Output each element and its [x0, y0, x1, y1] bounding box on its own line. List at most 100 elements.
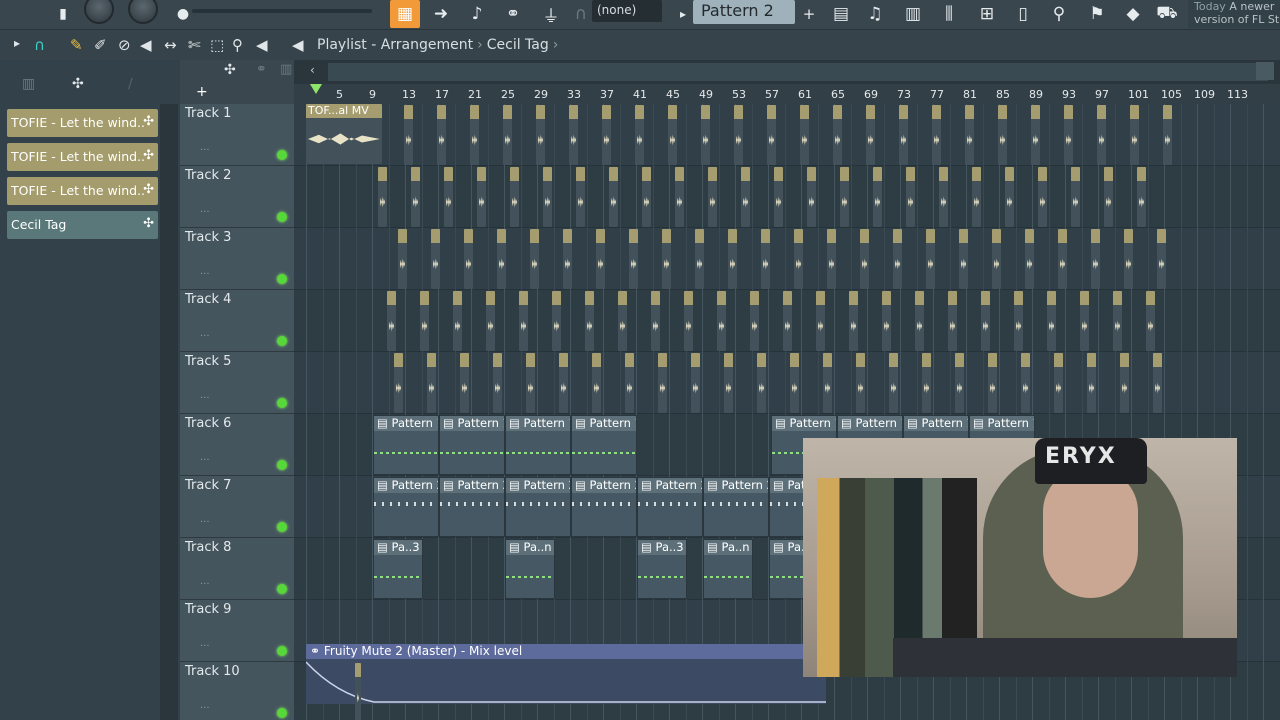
picker-audio-icon[interactable]: ✣: [72, 76, 84, 92]
audio-slice[interactable]: [860, 229, 869, 289]
audio-slice[interactable]: [939, 167, 948, 227]
audio-slice[interactable]: [790, 353, 799, 413]
audio-slice[interactable]: [708, 167, 717, 227]
pattern-clip[interactable]: ▤ Pattern 1: [571, 415, 637, 475]
pattern-clip[interactable]: ▤ Pattern 1: [373, 415, 439, 475]
audio-slice[interactable]: [915, 291, 924, 351]
overview-scrollbar[interactable]: ‹: [294, 60, 1280, 84]
track-options-icon[interactable]: ...: [200, 514, 210, 525]
audio-slice[interactable]: [585, 291, 594, 351]
audio-slice[interactable]: [992, 229, 1001, 289]
view-audio-icon[interactable]: ✣: [224, 62, 236, 78]
pattern-clip[interactable]: ▤ Pa..n 3: [505, 539, 555, 599]
audio-slice[interactable]: [1153, 353, 1162, 413]
track-enable-led[interactable]: [277, 708, 287, 718]
view-automation-icon[interactable]: ⚭: [256, 62, 267, 77]
audio-slice[interactable]: [576, 167, 585, 227]
audio-slice[interactable]: [1120, 353, 1129, 413]
audio-slice[interactable]: [1038, 167, 1047, 227]
audio-slice[interactable]: [662, 229, 671, 289]
audio-slice[interactable]: [761, 229, 770, 289]
audio-slice[interactable]: [981, 291, 990, 351]
audio-slice[interactable]: [717, 291, 726, 351]
audio-slice[interactable]: [955, 353, 964, 413]
audio-slice[interactable]: [526, 353, 535, 413]
audio-clip-first[interactable]: TOF...al MV: [306, 104, 382, 164]
pattern-clip[interactable]: ▤ Pattern 2: [703, 477, 769, 537]
audio-slice[interactable]: [543, 167, 552, 227]
audio-slice[interactable]: [1064, 105, 1073, 165]
audio-slice[interactable]: [906, 167, 915, 227]
audio-slice[interactable]: [959, 229, 968, 289]
track-name[interactable]: Track 10: [185, 664, 240, 679]
slide-icon[interactable]: ♪: [462, 0, 492, 28]
audio-slice[interactable]: [453, 291, 462, 351]
audio-slice[interactable]: [893, 229, 902, 289]
audio-slice[interactable]: [873, 167, 882, 227]
pattern-clip[interactable]: ▤ Pattern 2: [439, 477, 505, 537]
overview-zoom-handle[interactable]: [1256, 62, 1274, 80]
typing-keyboard-icon[interactable]: ▦: [390, 0, 420, 28]
audio-slice[interactable]: [691, 353, 700, 413]
audio-slice[interactable]: [1021, 353, 1030, 413]
audio-slice[interactable]: [552, 291, 561, 351]
track-name[interactable]: Track 3: [185, 230, 231, 245]
track-options-icon[interactable]: ...: [200, 390, 210, 401]
audio-slice[interactable]: [651, 291, 660, 351]
playlist-icon[interactable]: ▤: [826, 0, 856, 28]
track-enable-led[interactable]: [277, 646, 287, 656]
piano-roll-icon[interactable]: ♫: [860, 0, 890, 28]
audio-slice[interactable]: [1014, 291, 1023, 351]
track-header[interactable]: Track 9...: [180, 600, 294, 662]
audio-slice[interactable]: [355, 663, 361, 720]
track-name[interactable]: Track 6: [185, 416, 231, 431]
audio-slice[interactable]: [1104, 167, 1113, 227]
overview-track[interactable]: [328, 63, 1268, 81]
audio-slice[interactable]: [823, 353, 832, 413]
audio-slice[interactable]: [642, 167, 651, 227]
pattern-clip[interactable]: ▤ Pa..3: [373, 539, 423, 599]
track-enable-led[interactable]: [277, 150, 287, 160]
audio-slice[interactable]: [398, 229, 407, 289]
audio-slice[interactable]: [899, 105, 908, 165]
audio-slice[interactable]: [519, 291, 528, 351]
playback-tool-icon[interactable]: ◀: [256, 36, 268, 54]
audio-slice[interactable]: [866, 105, 875, 165]
mixer-fader-icon[interactable]: ▮: [48, 0, 78, 28]
view-patterns-icon[interactable]: ▥: [280, 62, 292, 77]
audio-slice[interactable]: [1071, 167, 1080, 227]
audio-slice[interactable]: [503, 105, 512, 165]
picker-item-audio-1[interactable]: TOFIE - Let the wind.. ✣: [7, 109, 158, 137]
add-pattern-button[interactable]: +: [794, 0, 824, 28]
scroll-left-icon[interactable]: ‹: [310, 63, 315, 77]
audio-slice[interactable]: [493, 353, 502, 413]
track-name[interactable]: Track 5: [185, 354, 231, 369]
automation-clip[interactable]: ⚭ Fruity Mute 2 (Master) - Mix level: [306, 644, 826, 704]
audio-slice[interactable]: [470, 105, 479, 165]
audio-slice[interactable]: [387, 291, 396, 351]
delete-tool-icon[interactable]: ⊘: [118, 36, 131, 54]
audio-slice[interactable]: [497, 229, 506, 289]
audio-slice[interactable]: [889, 353, 898, 413]
audio-slice[interactable]: [602, 105, 611, 165]
track-options-icon[interactable]: ...: [200, 266, 210, 277]
track-lane[interactable]: [294, 166, 1280, 228]
audio-slice[interactable]: [675, 167, 684, 227]
browser-icon[interactable]: ▯: [1008, 0, 1038, 28]
audio-slice[interactable]: [728, 229, 737, 289]
audio-slice[interactable]: [988, 353, 997, 413]
audio-slice[interactable]: [1054, 353, 1063, 413]
pattern-clip[interactable]: ▤ Pattern 2: [505, 477, 571, 537]
audio-slice[interactable]: [609, 167, 618, 227]
pattern-clip[interactable]: ▤ Pa..3: [637, 539, 687, 599]
audio-slice[interactable]: [420, 291, 429, 351]
track-lane[interactable]: [294, 352, 1280, 414]
track-header[interactable]: Track 8...: [180, 538, 294, 600]
paint-tool-icon[interactable]: ✐: [94, 36, 107, 54]
audio-slice[interactable]: [1113, 291, 1122, 351]
snap-magnet-icon[interactable]: ∩: [34, 36, 45, 54]
audio-slice[interactable]: [750, 291, 759, 351]
track-header[interactable]: Track 7...: [180, 476, 294, 538]
track-enable-led[interactable]: [277, 336, 287, 346]
track-options-icon[interactable]: ...: [200, 204, 210, 215]
